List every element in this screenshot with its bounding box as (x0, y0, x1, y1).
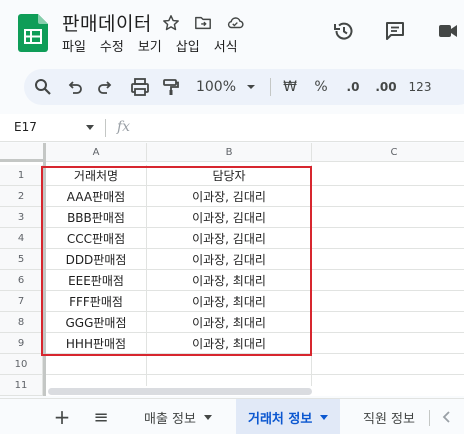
name-box[interactable]: E17 (14, 120, 37, 134)
sheets-logo-icon[interactable] (18, 14, 48, 52)
chevron-down-icon (320, 414, 329, 420)
scrollbar-thumb[interactable] (48, 388, 312, 395)
toolbar: 100% ₩ % .0 .00 123 (24, 69, 464, 105)
tab-sales-info[interactable]: 매출 정보 (132, 399, 224, 434)
tab-staff-info[interactable]: 직원 정보 (351, 399, 427, 434)
increase-decimal-label: .00 (375, 80, 397, 94)
formula-bar: E17 fx (0, 114, 464, 142)
chevron-down-icon[interactable] (245, 76, 257, 98)
row-header-1[interactable]: 1 (0, 165, 43, 186)
decrease-decimal-button[interactable]: .0 (340, 76, 366, 98)
tab-clients-info[interactable]: 거래처 정보 (236, 399, 341, 434)
row-header-4[interactable]: 4 (0, 228, 43, 249)
tab-clients-info-label: 거래처 정보 (248, 411, 313, 427)
add-sheet-button[interactable]: + (50, 405, 74, 429)
move-folder-icon[interactable] (194, 14, 212, 32)
column-header-b[interactable]: B (147, 143, 312, 162)
row-header-5[interactable]: 5 (0, 249, 43, 270)
row-header-7[interactable]: 7 (0, 291, 43, 312)
cell-c6[interactable] (312, 270, 464, 291)
star-icon[interactable] (162, 14, 180, 32)
cell-c9[interactable] (312, 333, 464, 354)
cell-a5[interactable]: DDD판매점 (46, 249, 147, 270)
cell-a4[interactable]: CCC판매점 (46, 228, 147, 249)
menu-format[interactable]: 서식 (214, 40, 245, 56)
cell-a2[interactable]: AAA판매점 (46, 186, 147, 207)
column-header-c[interactable]: C (312, 143, 464, 162)
select-all-corner[interactable] (0, 143, 46, 162)
redo-icon[interactable] (95, 76, 115, 98)
cell-b4[interactable]: 이과장, 김대리 (147, 228, 312, 249)
cell-b8[interactable]: 이과장, 최대리 (147, 312, 312, 333)
row-header-2[interactable]: 2 (0, 186, 43, 207)
cell-a1[interactable]: 거래처명 (46, 165, 147, 186)
cell-a6[interactable]: EEE판매점 (46, 270, 147, 291)
tab-sales-info-label: 매출 정보 (144, 411, 196, 427)
cell-c5[interactable] (312, 249, 464, 270)
cell-c10[interactable] (312, 354, 464, 375)
formula-bar-divider (105, 119, 106, 137)
cell-c1[interactable] (312, 165, 464, 186)
row-header-3[interactable]: 3 (0, 207, 43, 228)
row-header-6[interactable]: 6 (0, 270, 43, 291)
tab-staff-info-label: 직원 정보 (363, 411, 415, 427)
column-header-a[interactable]: A (46, 143, 147, 162)
meet-icon[interactable] (436, 19, 460, 43)
function-icon: fx (117, 119, 131, 135)
cell-b2[interactable]: 이과장, 김대리 (147, 186, 312, 207)
all-sheets-button[interactable]: ≡ (89, 406, 113, 428)
search-menus-icon[interactable] (33, 76, 53, 98)
toolbar-divider (270, 78, 271, 96)
name-box-dropdown-icon[interactable] (86, 125, 94, 130)
cell-c2[interactable] (312, 186, 464, 207)
menu-bar: 파일 수정 보기 삽입 서식 (62, 40, 252, 56)
menu-edit[interactable]: 수정 (100, 40, 131, 56)
cell-b5[interactable]: 이과장, 김대리 (147, 249, 312, 270)
cell-a7[interactable]: FFF판매점 (46, 291, 147, 312)
history-icon[interactable] (332, 19, 356, 43)
cell-b1[interactable]: 담당자 (147, 165, 312, 186)
cell-a10[interactable] (46, 354, 147, 375)
undo-icon[interactable] (65, 76, 85, 98)
chevron-left-icon[interactable] (440, 410, 454, 424)
document-title[interactable]: 판매데이터 (62, 9, 152, 36)
chevron-down-icon (203, 414, 212, 420)
zoom-select[interactable]: 100% (196, 76, 236, 98)
tab-divider (429, 410, 430, 426)
title-bar: 판매데이터 파일 수정 보기 삽입 서식 (0, 0, 464, 64)
menu-insert[interactable]: 삽입 (176, 40, 207, 56)
menu-file[interactable]: 파일 (62, 40, 93, 56)
cell-a9[interactable]: HHH판매점 (46, 333, 147, 354)
cell-a3[interactable]: BBB판매점 (46, 207, 147, 228)
cell-b9[interactable]: 이과장, 최대리 (147, 333, 312, 354)
cell-b3[interactable]: 이과장, 김대리 (147, 207, 312, 228)
currency-format-button[interactable]: ₩ (281, 76, 299, 98)
cloud-saved-icon[interactable] (226, 14, 244, 32)
cell-c7[interactable] (312, 291, 464, 312)
paint-format-icon[interactable] (161, 76, 181, 98)
row-header-10[interactable]: 10 (0, 354, 43, 375)
row-header-8[interactable]: 8 (0, 312, 43, 333)
cell-b6[interactable]: 이과장, 최대리 (147, 270, 312, 291)
cell-b7[interactable]: 이과장, 최대리 (147, 291, 312, 312)
cell-c8[interactable] (312, 312, 464, 333)
cell-c4[interactable] (312, 228, 464, 249)
comment-icon[interactable] (383, 19, 407, 43)
print-icon[interactable] (129, 76, 151, 98)
row-header-9[interactable]: 9 (0, 333, 43, 354)
sheet-tab-bar: + ≡ 매출 정보 거래처 정보 직원 정보 (0, 398, 464, 434)
more-formats-button[interactable]: 123 (406, 76, 434, 98)
menu-view[interactable]: 보기 (138, 40, 169, 56)
row-header-11[interactable]: 11 (0, 375, 43, 396)
percent-format-button[interactable]: % (313, 76, 329, 98)
horizontal-scrollbar[interactable] (46, 386, 464, 396)
cell-c3[interactable] (312, 207, 464, 228)
cell-b10[interactable] (147, 354, 312, 375)
decrease-decimal-label: .0 (346, 80, 360, 94)
cell-a8[interactable]: GGG판매점 (46, 312, 147, 333)
spreadsheet-grid[interactable]: A B C 1 2 3 4 5 6 7 8 9 10 11 거래처명 담당자 A… (0, 143, 464, 396)
increase-decimal-button[interactable]: .00 (371, 76, 401, 98)
